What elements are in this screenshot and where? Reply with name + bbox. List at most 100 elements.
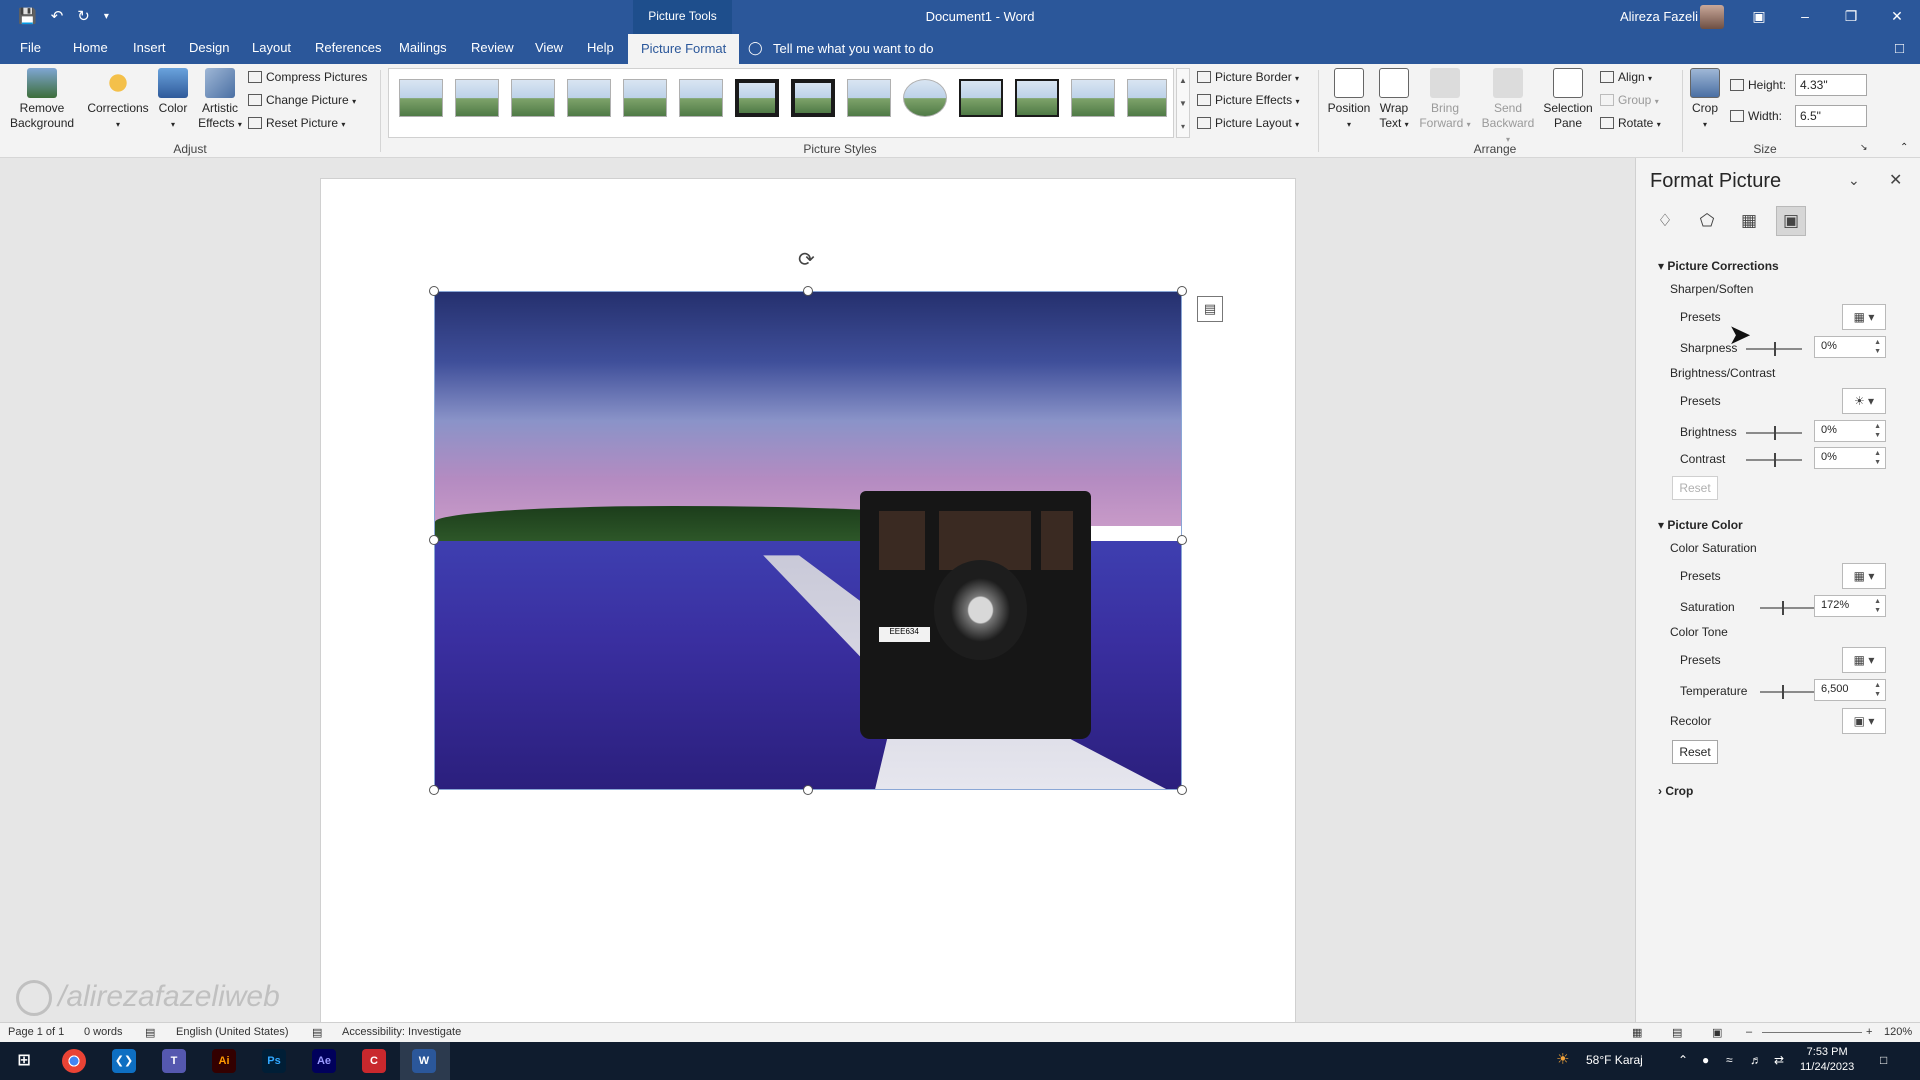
corrections-reset-button[interactable]: Reset [1672,476,1718,500]
illustrator-icon[interactable]: Ai [212,1049,236,1073]
selected-picture[interactable]: EEE634 [434,291,1182,790]
comments-icon[interactable]: □ [1895,40,1904,57]
page-count[interactable]: Page 1 of 1 [8,1026,64,1038]
slider-knob[interactable] [1782,601,1784,615]
picture-icon[interactable]: ▣ [1776,206,1806,236]
language-tray-icon[interactable]: ⇄ [1774,1053,1784,1067]
group-button[interactable]: Group ▾ [1600,93,1659,107]
resize-handle[interactable] [429,286,439,296]
style-thumb[interactable] [1071,79,1115,117]
align-button[interactable]: Align ▾ [1600,70,1652,84]
style-thumb[interactable] [735,79,779,117]
clock[interactable]: 7:53 PM 11/24/2023 [1800,1045,1854,1075]
send-backward-button[interactable]: Send Backward ▾ [1478,68,1538,147]
tab-review[interactable]: Review [471,40,514,55]
rotate-button[interactable]: Rotate ▾ [1600,116,1661,130]
print-layout-icon[interactable]: ▤ [1672,1026,1682,1039]
picture-color-header[interactable]: ▾ Picture Color [1658,518,1743,532]
vscode-icon[interactable]: ❮❯ [112,1049,136,1073]
style-thumb[interactable] [679,79,723,117]
resize-handle[interactable] [1177,785,1187,795]
selection-pane-button[interactable]: Selection Pane [1540,68,1596,131]
wifi-icon[interactable]: ≈ [1726,1053,1733,1067]
resize-handle[interactable] [1177,286,1187,296]
gallery-scroll[interactable]: ▲ ▼ ▾ [1176,68,1190,138]
web-layout-icon[interactable]: ▣ [1712,1026,1722,1039]
tab-file[interactable]: File [20,40,41,55]
style-thumb[interactable] [455,79,499,117]
color-reset-button[interactable]: Reset [1672,740,1718,764]
picture-border-button[interactable]: Picture Border ▾ [1197,70,1299,84]
tray-chevron-icon[interactable]: ⌃ [1678,1053,1688,1067]
read-mode-icon[interactable]: ▦ [1632,1026,1642,1039]
tab-layout[interactable]: Layout [252,40,291,55]
proofing-icon[interactable]: ▤ [145,1026,155,1039]
picture-corrections-header[interactable]: ▾ Picture Corrections [1658,259,1779,273]
wrap-text-button[interactable]: Wrap Text ▾ [1373,68,1415,132]
tab-picture-format[interactable]: Picture Format [628,34,740,64]
picture-layout-button[interactable]: Picture Layout ▾ [1197,116,1299,130]
temperature-input[interactable]: 6,500 ▲ ▼ [1814,679,1886,701]
user-name[interactable]: Alireza Fazeli [1620,9,1698,24]
color-button[interactable]: Color ▾ [155,68,191,132]
fill-line-icon[interactable]: ♢ [1650,206,1680,236]
tab-design[interactable]: Design [189,40,229,55]
tab-mailings[interactable]: Mailings [399,40,447,55]
redo-icon[interactable]: ↻ [77,7,90,25]
saturation-slider[interactable] [1760,601,1816,615]
compress-pictures-button[interactable]: Compress Pictures [248,70,367,84]
accessibility-status[interactable]: Accessibility: Investigate [342,1026,461,1038]
slider-knob[interactable] [1774,342,1776,356]
style-thumb[interactable] [1127,79,1167,117]
sharpen-presets-dropdown[interactable]: ▦ ▾ [1842,304,1886,330]
volume-icon[interactable]: ♬ [1750,1053,1762,1067]
tab-insert[interactable]: Insert [133,40,166,55]
reset-picture-button[interactable]: Reset Picture ▾ [248,116,345,130]
style-thumb[interactable] [847,79,891,117]
slider-knob[interactable] [1774,426,1776,440]
restore-icon[interactable]: ❐ [1828,0,1874,34]
saturation-presets-dropdown[interactable]: ▦ ▾ [1842,563,1886,589]
crop-button[interactable]: Crop ▾ [1688,68,1722,132]
remove-background-button[interactable]: Remove Background [10,68,74,131]
picture-styles-gallery[interactable] [388,68,1174,138]
style-thumb[interactable] [399,79,443,117]
style-thumb[interactable] [511,79,555,117]
width-input[interactable]: 6.5" [1795,105,1867,127]
size-dialog-launcher-icon[interactable]: ↘ [1860,142,1868,153]
style-thumb[interactable] [567,79,611,117]
resize-handle[interactable] [429,785,439,795]
chevron-down-icon[interactable]: ⌄ [1848,172,1860,189]
spinner-icon[interactable]: ▲ ▼ [1874,449,1881,467]
crop-section-header[interactable]: › Crop [1658,784,1693,798]
tell-me-search[interactable]: Tell me what you want to do [773,41,933,56]
sharpness-input[interactable]: 0% ▲ ▼ [1814,336,1886,358]
tab-help[interactable]: Help [587,40,614,55]
weather-text[interactable]: 58°F Karaj [1586,1053,1643,1067]
brightness-slider[interactable] [1746,426,1802,440]
rotate-handle-icon[interactable]: ⟳ [798,247,815,272]
layout-options-icon[interactable]: ▤ [1197,296,1223,322]
slider-knob[interactable] [1782,685,1784,699]
word-icon[interactable]: W [412,1049,436,1073]
chrome-icon[interactable] [62,1049,86,1073]
style-thumb[interactable] [959,79,1003,117]
bring-forward-button[interactable]: Bring Forward ▾ [1418,68,1472,132]
recolor-dropdown[interactable]: ▣ ▾ [1842,708,1886,734]
slider-knob[interactable] [1774,453,1776,467]
microphone-icon[interactable]: ● [1702,1053,1709,1067]
temperature-slider[interactable] [1760,685,1816,699]
picture-effects-button[interactable]: Picture Effects ▾ [1197,93,1300,107]
track-icon[interactable]: ▤ [312,1026,322,1039]
camtasia-icon[interactable]: C [362,1049,386,1073]
minimize-icon[interactable]: – [1782,0,1828,34]
resize-handle[interactable] [803,785,813,795]
avatar[interactable] [1700,5,1724,29]
collapse-ribbon-icon[interactable]: ⌃ [1900,142,1908,153]
spinner-icon[interactable]: ▲ ▼ [1874,597,1881,615]
brightness-presets-dropdown[interactable]: ☀ ▾ [1842,388,1886,414]
tab-references[interactable]: References [315,40,381,55]
sharpness-slider[interactable] [1746,342,1802,356]
style-thumb[interactable] [903,79,947,117]
resize-handle[interactable] [803,286,813,296]
